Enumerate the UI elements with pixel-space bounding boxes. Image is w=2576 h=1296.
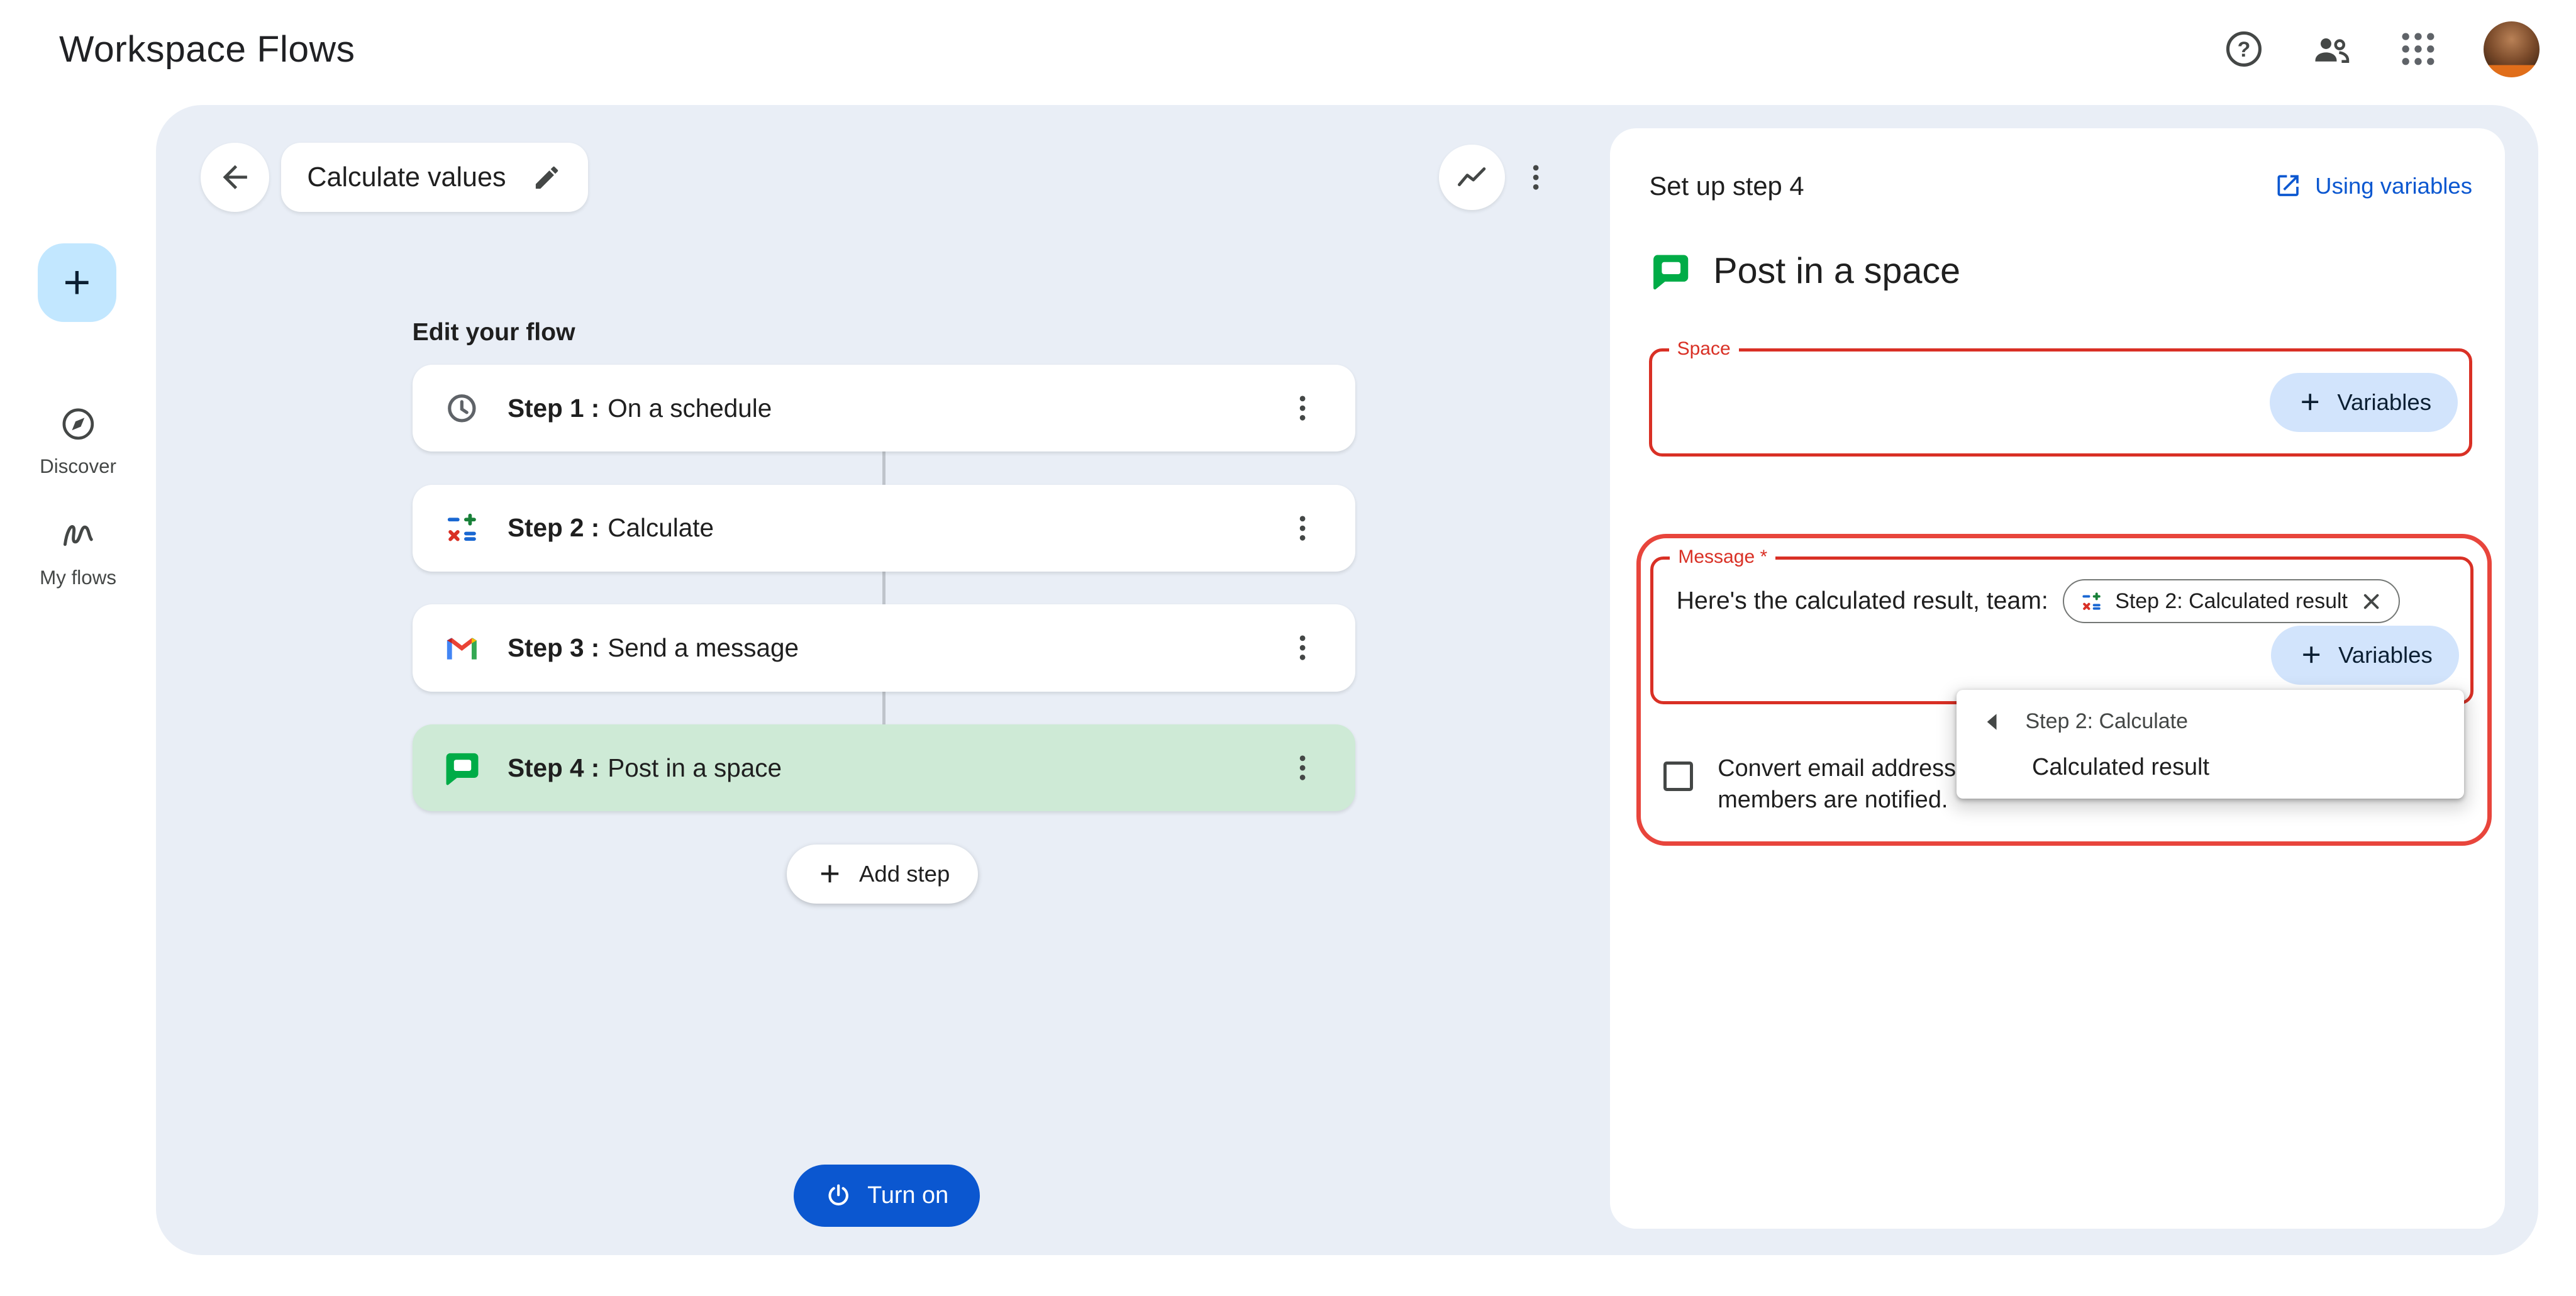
variables-label: Variables [2338,642,2433,668]
edit-pencil-icon[interactable] [532,163,562,192]
message-field[interactable]: Message * Here's the calculated result, … [1650,557,2473,704]
plus-icon [2296,388,2324,416]
chevron-left-icon[interactable] [1983,711,1999,733]
step-card-2[interactable]: Step 2 :Calculate [413,485,1355,572]
add-step-button[interactable]: Add step [787,845,978,904]
sidebar-item-label: Discover [40,455,116,478]
variable-chip-label: Step 2: Calculated result [2115,589,2348,614]
sidebar-item-my-flows[interactable]: My flows [0,516,156,589]
back-arrow-icon [217,159,253,195]
step-connector [882,572,886,604]
schedule-icon [442,389,482,428]
back-button[interactable] [201,143,270,212]
edit-flow-heading: Edit your flow [413,319,575,346]
message-content: Here's the calculated result, team: [1653,560,2470,624]
setup-panel-header: Set up step 4 Using variables [1649,171,2472,201]
message-variables-button[interactable]: Variables [2271,626,2459,685]
compass-icon [58,404,98,444]
step-menu-icon[interactable] [1273,738,1332,797]
steps-list: Step 1 :On a schedule [413,365,1355,811]
step-menu-icon[interactable] [1273,618,1332,677]
step-label: Step 4 :Post in a space [508,753,782,783]
app-title: Workspace Flows [59,28,355,70]
space-field[interactable]: Space Variables [1649,348,2472,457]
workspace-flows-app: Workspace Flows ? [0,0,2576,1296]
flow-title: Calculate values [307,162,506,193]
plus-icon [57,263,97,302]
calculate-icon [442,508,482,548]
space-field-label: Space [1669,338,1739,360]
gmail-icon [442,628,482,668]
svg-text:?: ? [2238,38,2251,62]
help-icon[interactable]: ? [2223,28,2265,70]
flow-title-box[interactable]: Calculate values [281,143,588,212]
variables-menu-group-label: Step 2: Calculate [2026,709,2188,734]
using-variables-link[interactable]: Using variables [2274,172,2472,199]
open-in-new-icon [2274,172,2302,199]
step-connector [882,692,886,724]
plus-icon [815,859,845,889]
flow-canvas: Calculate values Edit your flow [156,105,2538,1254]
people-icon[interactable] [2310,28,2353,70]
power-icon [824,1182,852,1209]
turn-on-button[interactable]: Turn on [794,1165,980,1227]
convert-emails-label: Convert email addresses members are noti… [1718,753,1981,816]
calculate-icon [2079,589,2104,614]
space-variables-button[interactable]: Variables [2270,373,2458,432]
step-type-heading: Post in a space [1649,250,1960,292]
variables-menu: Step 2: Calculate Calculated result [1957,690,2464,799]
step-type-title: Post in a space [1713,250,1960,292]
step-label: Step 3 :Send a message [508,633,799,663]
convert-emails-option: Convert email addresses members are noti… [1663,753,1981,816]
sidebar-item-label: My flows [40,567,116,589]
step-menu-icon[interactable] [1273,379,1332,438]
convert-emails-checkbox[interactable] [1663,762,1693,791]
message-field-label: Message * [1670,546,1775,568]
message-text: Here's the calculated result, team: [1677,587,2048,615]
step-card-3[interactable]: Step 3 :Send a message [413,604,1355,691]
step-label: Step 1 :On a schedule [508,394,772,423]
avatar[interactable] [2484,21,2540,77]
variables-label: Variables [2337,389,2431,416]
left-rail: Discover My flows [0,99,156,1296]
plus-icon [2297,641,2325,668]
sidebar-item-discover[interactable]: Discover [0,404,156,478]
setup-panel: Set up step 4 Using variables [1610,128,2506,1229]
step-menu-icon[interactable] [1273,499,1332,558]
flows-icon [58,516,98,555]
add-step-label: Add step [859,861,950,887]
step-connector [882,451,886,484]
chat-icon [442,748,482,788]
step-card-1[interactable]: Step 1 :On a schedule [413,365,1355,451]
flow-more-menu-icon[interactable] [1503,145,1568,210]
step-label: Step 2 :Calculate [508,513,714,543]
apps-grid-icon[interactable] [2397,28,2440,70]
variables-menu-item[interactable]: Calculated result [1957,742,2464,787]
using-variables-label: Using variables [2315,173,2472,199]
variable-chip[interactable]: Step 2: Calculated result [2063,579,2400,624]
topbar: Workspace Flows ? [0,0,2576,99]
step-card-4[interactable]: Step 4 :Post in a space [413,724,1355,811]
topbar-icons: ? [2223,21,2540,77]
activity-chart-icon[interactable] [1439,145,1504,210]
chat-icon [1649,250,1692,292]
new-flow-button[interactable] [38,243,116,322]
turn-on-label: Turn on [867,1182,948,1209]
chip-close-icon[interactable] [2359,589,2384,614]
variables-menu-group: Step 2: Calculate [1957,698,2464,742]
setup-panel-title: Set up step 4 [1649,171,1804,201]
